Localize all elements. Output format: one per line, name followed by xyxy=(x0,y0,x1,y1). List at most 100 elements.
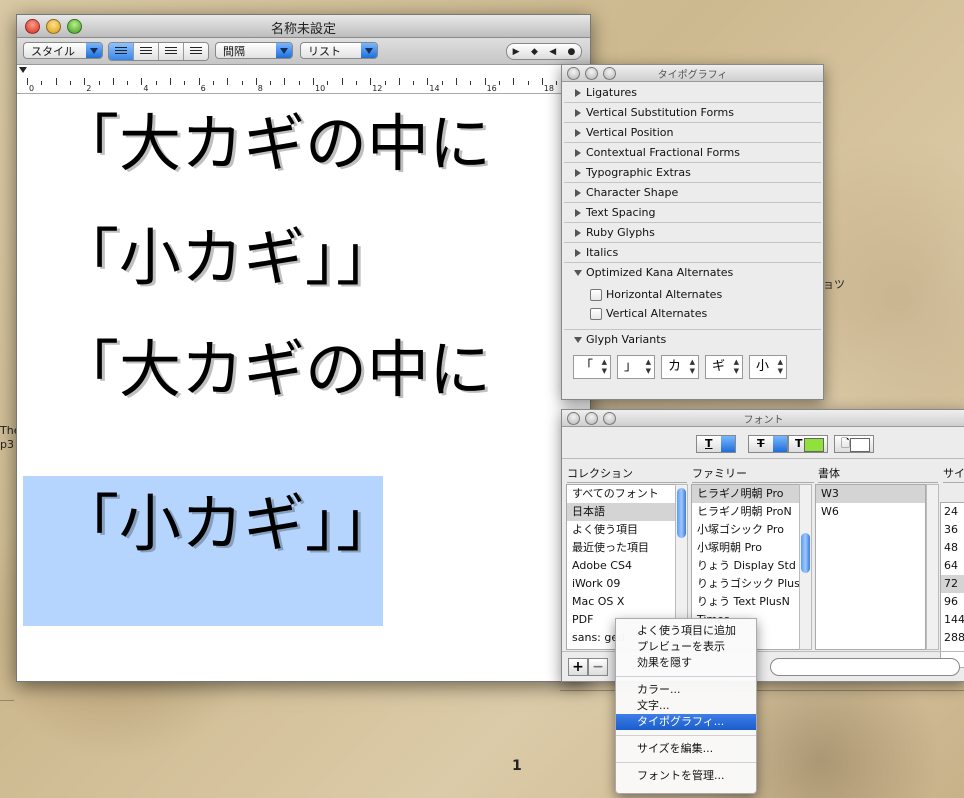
list-item[interactable]: Adobe CS4 xyxy=(567,557,676,575)
section-italics[interactable]: Italics xyxy=(564,243,821,263)
list-item[interactable]: ヒラギノ明朝 Pro xyxy=(692,485,800,503)
typeface-scrollbar[interactable] xyxy=(926,484,939,650)
tab-marker-icon[interactable] xyxy=(19,67,27,73)
list-item[interactable]: りょう Display Std xyxy=(692,557,800,575)
list-item[interactable]: W3 xyxy=(816,485,925,503)
tab-stops-control[interactable]: ▶ ◆ ◀ ● xyxy=(506,43,582,60)
menu-item[interactable]: プレビューを表示 xyxy=(616,639,756,655)
align-left-button[interactable] xyxy=(109,43,134,60)
checkbox[interactable] xyxy=(590,289,602,301)
scroll-thumb[interactable] xyxy=(801,533,810,573)
menu-item[interactable]: よく使う項目に追加 xyxy=(616,623,756,639)
section-vertical-position[interactable]: Vertical Position xyxy=(564,123,821,143)
underline-button[interactable]: T xyxy=(696,435,736,453)
stepper-arrows-icon[interactable]: ▲ ▼ xyxy=(690,358,695,376)
glyph-variant-stepper[interactable]: カ ▲ ▼ xyxy=(661,355,699,379)
glyph-variant-stepper[interactable]: 小 ▲ ▼ xyxy=(749,355,787,379)
ruler-tick xyxy=(484,78,486,85)
align-center-button[interactable] xyxy=(134,43,159,60)
ruler[interactable]: 0 2 4 6 8 10 12 14 16 18 xyxy=(17,65,590,94)
list-item[interactable]: りょう Text PlusN xyxy=(692,593,800,611)
glyph-variant-stepper[interactable]: 「 ▲ ▼ xyxy=(573,355,611,379)
typeface-list[interactable]: W3 W6 xyxy=(815,484,926,650)
section-label: Ligatures xyxy=(586,86,637,99)
list-item[interactable]: Mac OS X xyxy=(567,593,676,611)
checkbox-horizontal-alternates[interactable]: Horizontal Alternates xyxy=(562,285,823,304)
section-vertical-substitution[interactable]: Vertical Substitution Forms xyxy=(564,103,821,123)
glyph-variant-stepper[interactable]: 」 ▲ ▼ xyxy=(617,355,655,379)
window-titlebar[interactable]: 名称未設定 xyxy=(17,15,590,38)
family-scrollbar[interactable] xyxy=(799,484,812,650)
align-left-icon xyxy=(115,47,127,56)
list-item[interactable]: 288 xyxy=(941,629,964,647)
stepper-arrows-icon[interactable]: ▲ ▼ xyxy=(602,358,607,376)
menu-separator xyxy=(616,735,756,736)
menu-item[interactable]: 効果を隠す xyxy=(616,655,756,671)
panel-titlebar[interactable]: タイポグラフィ xyxy=(562,65,823,82)
section-optimized-kana[interactable]: Optimized Kana Alternates xyxy=(564,263,821,282)
menu-item[interactable]: 文字... xyxy=(616,698,756,714)
glyph-variant-stepper[interactable]: ギ ▲ ▼ xyxy=(705,355,743,379)
text-color-icon: T xyxy=(795,437,803,450)
align-justify-button[interactable] xyxy=(159,43,184,60)
section-label: Vertical Position xyxy=(586,126,674,139)
document-color-button[interactable]: 🗋 xyxy=(834,435,874,453)
list-item[interactable]: 最近使った項目 xyxy=(567,539,676,557)
menu-item[interactable]: フォントを管理... xyxy=(616,768,756,784)
ruler-tick xyxy=(513,78,515,85)
style-popup[interactable]: スタイル xyxy=(23,42,103,59)
stepper-arrows-icon[interactable]: ▲ ▼ xyxy=(646,358,651,376)
list-item[interactable]: よく使う項目 xyxy=(567,521,676,539)
scroll-thumb[interactable] xyxy=(677,488,686,538)
tab-right-icon[interactable]: ▶ xyxy=(513,47,520,57)
list-popup[interactable]: リスト xyxy=(300,42,378,59)
list-item[interactable]: りょうゴシック Plus xyxy=(692,575,800,593)
ruler-tick xyxy=(241,81,243,85)
section-text-spacing[interactable]: Text Spacing xyxy=(564,203,821,223)
checkbox[interactable] xyxy=(590,308,602,320)
stepper-arrows-icon[interactable]: ▲ ▼ xyxy=(778,358,783,376)
menu-item[interactable]: タイポグラフィ... xyxy=(616,714,756,730)
list-item[interactable]: 144 xyxy=(941,611,964,629)
checkbox-vertical-alternates[interactable]: Vertical Alternates xyxy=(562,304,823,323)
section-contextual-fractional[interactable]: Contextual Fractional Forms xyxy=(564,143,821,163)
stepper-arrows-icon[interactable]: ▲ ▼ xyxy=(734,358,739,376)
align-right-button[interactable] xyxy=(184,43,208,60)
list-item[interactable]: すべてのフォント xyxy=(567,485,676,503)
menu-item[interactable]: カラー... xyxy=(616,682,756,698)
list-item[interactable]: 72 xyxy=(941,575,964,593)
section-ruby-glyphs[interactable]: Ruby Glyphs xyxy=(564,223,821,243)
section-label: Ruby Glyphs xyxy=(586,226,655,239)
list-item[interactable]: 24 xyxy=(941,503,964,521)
section-typographic-extras[interactable]: Typographic Extras xyxy=(564,163,821,183)
add-collection-button[interactable]: + xyxy=(568,658,588,676)
list-item[interactable]: 小塚明朝 Pro xyxy=(692,539,800,557)
section-character-shape[interactable]: Character Shape xyxy=(564,183,821,203)
remove-collection-button[interactable]: − xyxy=(588,658,608,676)
strikethrough-button[interactable]: T xyxy=(748,435,788,453)
spacing-popup[interactable]: 間隔 xyxy=(215,42,293,59)
tab-left-icon[interactable]: ◀ xyxy=(549,47,556,57)
list-item[interactable]: 96 xyxy=(941,593,964,611)
list-item[interactable]: W6 xyxy=(816,503,925,521)
list-item[interactable]: ヒラギノ明朝 ProN xyxy=(692,503,800,521)
document-window: 名称未設定 スタイル 間隔 リスト ▶ ◆ ◀ ● 0 2 4 6 8 10 12 14 16 1 xyxy=(16,14,591,682)
section-ligatures[interactable]: Ligatures xyxy=(564,83,821,103)
size-list[interactable]: 24 36 48 64 72 96 144 288 xyxy=(940,502,964,668)
ruler-number: 14 xyxy=(429,84,440,93)
tab-center-icon[interactable]: ● xyxy=(567,47,575,57)
menu-item[interactable]: サイズを編集... xyxy=(616,741,756,757)
list-item[interactable]: 48 xyxy=(941,539,964,557)
list-item[interactable]: 36 xyxy=(941,521,964,539)
section-glyph-variants[interactable]: Glyph Variants xyxy=(564,329,821,349)
ruler-tick xyxy=(227,78,229,85)
list-item[interactable]: 日本語 xyxy=(567,503,676,521)
text-area[interactable]: 「大カギの中に 「小カギ」」 「大カギの中に 「小カギ」」 xyxy=(17,93,590,681)
list-item[interactable]: iWork 09 xyxy=(567,575,676,593)
tab-decimal-icon[interactable]: ◆ xyxy=(531,47,538,57)
text-color-button[interactable]: T xyxy=(788,435,828,453)
list-item[interactable]: 64 xyxy=(941,557,964,575)
disclosure-triangle-icon xyxy=(575,109,581,117)
list-item[interactable]: 小塚ゴシック Pro xyxy=(692,521,800,539)
font-search-field[interactable] xyxy=(770,658,960,676)
